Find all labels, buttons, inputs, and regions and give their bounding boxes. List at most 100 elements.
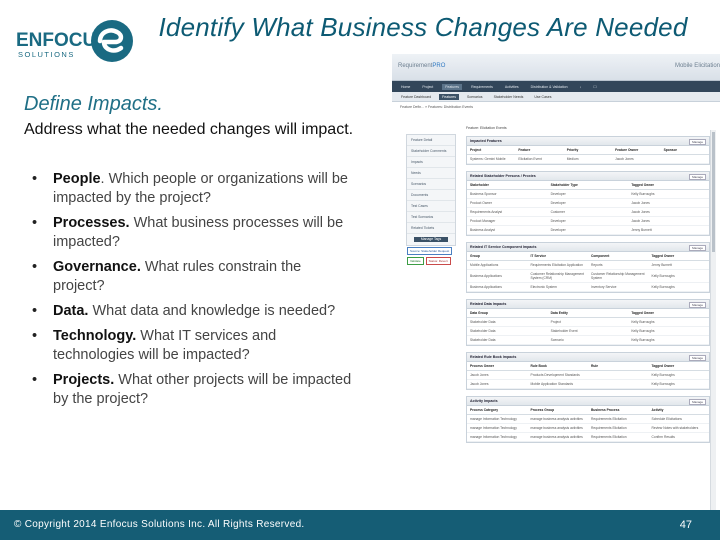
column-header: Project: [467, 146, 516, 155]
table-cell: Jacob Jones: [628, 207, 709, 217]
table-cell: Developer: [547, 189, 629, 199]
breadcrumb: Feature Defin... » Features: Distributio…: [400, 105, 473, 109]
table-cell: Developer: [547, 216, 629, 226]
table-row[interactable]: Jacob Jones Products Development Standard…: [467, 370, 709, 380]
table-row[interactable]: manage Information Technology manage busi…: [467, 432, 709, 442]
tag-chip[interactable]: Status: Revert: [425, 257, 451, 265]
column-header: Business Process: [588, 406, 649, 415]
manage-button[interactable]: Manage: [689, 244, 706, 251]
side-nav-item[interactable]: Stakeholder Comments: [407, 146, 455, 157]
table-cell: [588, 379, 649, 389]
slide-title: Identify What Business Changes Are Neede…: [158, 12, 688, 42]
table-cell: Business Analyst: [467, 225, 548, 235]
tag-chip[interactable]: Validate: [407, 257, 424, 265]
table-row[interactable]: Business Sponsor Developer Kelly Burroughs: [467, 189, 709, 199]
side-nav-item[interactable]: Documents: [407, 190, 455, 201]
table-row[interactable]: Stakeholder Data Stakeholder Event Kelly B…: [467, 326, 709, 336]
table-cell: Kelly Burroughs: [628, 335, 709, 345]
table-cell: Kelly Burroughs: [648, 269, 709, 283]
section-subtitle: Define Impacts.: [24, 93, 163, 115]
bullet-processes: • Processes. What business processes will…: [24, 214, 354, 252]
intro-text: Address what the needed changes will imp…: [24, 121, 354, 138]
table-cell: Systems: Gemini Mobile: [467, 154, 516, 164]
subnav-tab[interactable]: Features: [439, 93, 459, 100]
table-cell: Jacob Jones: [467, 379, 528, 389]
manage-tags-button[interactable]: Manage Tags: [414, 237, 448, 242]
table-cell: Jacob Jones: [612, 154, 661, 164]
table-cell: Inventory Service: [588, 282, 649, 292]
requirement-pro-screenshot: RequirementPRO Mobile Elicitation Home Pr…: [392, 54, 720, 510]
card-header: Related Data Impacts Manage: [467, 300, 709, 309]
table-row[interactable]: manage Information Technology manage busi…: [467, 414, 709, 424]
table-cell: Jacob Jones: [628, 198, 709, 208]
nav-tab[interactable]: Distribution & Validation: [528, 84, 571, 90]
bullet-term: Technology.: [53, 328, 137, 344]
table-row[interactable]: manage Information Technology manage busi…: [467, 423, 709, 433]
table-cell: Jenny Burnett: [628, 225, 709, 235]
scrollbar[interactable]: [710, 130, 716, 510]
manage-button[interactable]: Manage: [689, 173, 706, 180]
side-nav-item[interactable]: Test Cases: [407, 201, 455, 212]
table-cell: Business Applications: [467, 282, 528, 292]
impact-panels: Feature: Elicitation Events Impacted Fea…: [466, 126, 710, 449]
card-title: Related Stakeholder Persons / Proxies: [470, 174, 536, 178]
table-cell: Business Sponsor: [467, 189, 548, 199]
column-header: Rule Book: [527, 362, 588, 371]
app-header: RequirementPRO Mobile Elicitation: [392, 54, 720, 81]
subnav-tab[interactable]: Use Cases: [531, 94, 554, 100]
table-cell: Customer Relationship Management System: [588, 269, 649, 283]
table-cell: Project: [547, 317, 629, 327]
table-row[interactable]: Mobile Applications Requirements Elicitat…: [467, 260, 709, 270]
impact-table: Process Owner Rule Book Rule Tagged Owner Ja…: [467, 362, 709, 389]
nav-tab[interactable]: Home: [398, 84, 413, 90]
table-header-row: Process Category Process Group Business Pr…: [467, 406, 709, 415]
table-cell: Elicitation Event: [515, 154, 564, 164]
bullet-term: Projects.: [53, 372, 115, 388]
manage-button[interactable]: Manage: [689, 354, 706, 361]
table-row[interactable]: Product Manager Developer Jacob Jones: [467, 216, 709, 226]
nav-tab[interactable]: Project: [419, 84, 436, 90]
table-cell: Mobile Applications: [467, 260, 528, 270]
nav-tab[interactable]: ☐: [590, 84, 599, 90]
project-name: Mobile Elicitation: [674, 63, 720, 69]
side-nav-item[interactable]: Needs: [407, 168, 455, 179]
side-nav-item[interactable]: Scenarios: [407, 179, 455, 190]
side-nav-item[interactable]: Related Tickets: [407, 223, 455, 234]
nav-tab[interactable]: Requirements: [468, 84, 496, 90]
table-cell: Stakeholder Data: [467, 335, 548, 345]
subnav-tab[interactable]: Feature Dashboard: [398, 94, 434, 100]
column-header: Process Owner: [467, 362, 528, 371]
side-nav-item[interactable]: Impacts: [407, 157, 455, 168]
nav-tab[interactable]: Features: [442, 83, 463, 90]
bullet-dot-icon: •: [32, 303, 38, 319]
column-header: Stakeholder Type: [547, 181, 629, 190]
table-row[interactable]: Systems: Gemini Mobile Elicitation Event M…: [467, 154, 709, 164]
nav-tab[interactable]: Activities: [502, 84, 522, 90]
table-row[interactable]: Product Owner Developer Jacob Jones: [467, 198, 709, 208]
table-cell: manage Information Technology: [467, 423, 528, 433]
subnav-tab[interactable]: Stakeholder Needs: [491, 94, 527, 100]
sub-nav: Feature Dashboard Features Scenarios Stakeh…: [392, 92, 720, 102]
column-header: Group: [467, 252, 528, 261]
table-row[interactable]: Business Analyst Developer Jenny Burnett: [467, 225, 709, 235]
column-header: Data Entity: [547, 309, 629, 318]
table-cell: Kelly Burroughs: [628, 326, 709, 336]
scrollbar-thumb[interactable]: [712, 132, 715, 252]
subnav-tab[interactable]: Scenarios: [464, 94, 486, 100]
table-row[interactable]: Requirements Analyst Customer Jacob Jones: [467, 207, 709, 217]
table-row[interactable]: Stakeholder Data Scenario Kelly Burroughs: [467, 335, 709, 345]
table-row[interactable]: Business Applications Customer Relationsh…: [467, 269, 709, 283]
table-row[interactable]: Business Applications Electronic System In…: [467, 282, 709, 292]
table-row[interactable]: Jacob Jones Mobile Application Standards K…: [467, 379, 709, 389]
table-cell: Customer: [547, 207, 629, 217]
nav-tab[interactable]: ↓: [577, 84, 585, 90]
tag-chip[interactable]: Source: Stakeholder Request: [407, 247, 453, 255]
table-row[interactable]: Stakeholder Data Project Kelly Burroughs: [467, 317, 709, 327]
manage-button[interactable]: Manage: [689, 138, 706, 145]
manage-button[interactable]: Manage: [689, 301, 706, 308]
bullet-text: What data and knowledge is needed?: [88, 303, 336, 319]
side-nav-item[interactable]: Test Scenarios: [407, 212, 455, 223]
manage-button[interactable]: Manage: [689, 398, 706, 405]
bullet-technology: • Technology. What IT services and techno…: [24, 327, 354, 365]
side-nav-item[interactable]: Feature Detail: [407, 135, 455, 146]
